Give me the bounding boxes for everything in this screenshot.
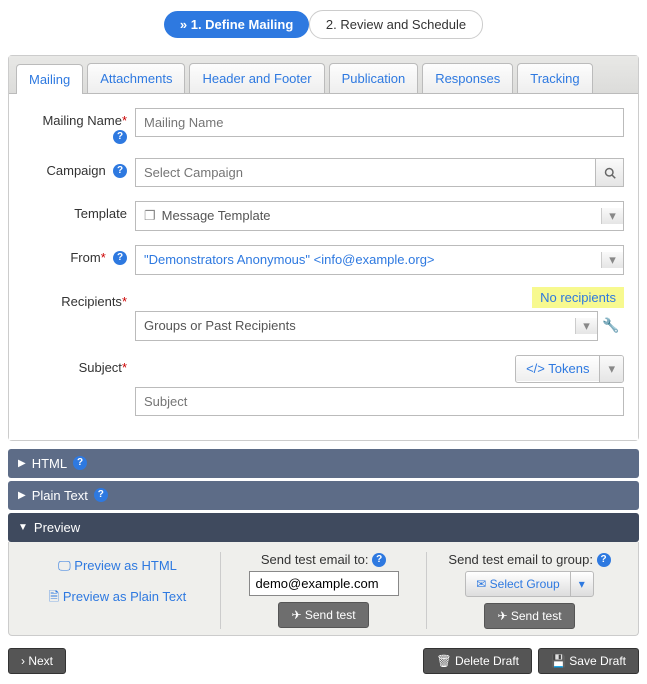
form-area: Mailing Name*? Campaign ? Template ❐ Mes… <box>9 94 638 440</box>
tab-responses[interactable]: Responses <box>422 63 513 93</box>
code-icon: </> <box>526 361 545 376</box>
chevron-down-icon: ▾ <box>599 356 623 382</box>
preview-body: 🖵 Preview as HTML 🗎 Preview as Plain Tex… <box>8 542 639 637</box>
wizard-step-define[interactable]: » 1. Define Mailing <box>164 11 309 38</box>
help-icon[interactable]: ? <box>372 553 386 567</box>
subject-label: Subject* <box>23 355 135 375</box>
tokens-button[interactable]: </> Tokens ▾ <box>515 355 624 383</box>
no-recipients-warning: No recipients <box>532 287 624 308</box>
copy-icon: ❐ <box>144 208 156 224</box>
tab-tracking[interactable]: Tracking <box>517 63 592 93</box>
triangle-right-icon: ▶ <box>18 458 26 469</box>
tab-bar: Mailing Attachments Header and Footer Pu… <box>9 56 638 94</box>
campaign-input[interactable] <box>135 158 596 187</box>
paper-plane-icon: ✈ <box>497 609 507 623</box>
recipients-select[interactable]: Groups or Past Recipients ▾ <box>135 311 598 341</box>
template-select[interactable]: ❐ Message Template ▾ <box>135 201 624 231</box>
campaign-search-button[interactable] <box>596 158 624 187</box>
chevron-right-icon: › <box>21 654 25 668</box>
chevron-down-icon: ▾ <box>570 572 593 596</box>
accordion-html[interactable]: ▶HTML ? <box>8 449 639 478</box>
from-select[interactable]: "Demonstrators Anonymous" <info@example.… <box>135 245 624 275</box>
accordion-plain-text[interactable]: ▶Plain Text ? <box>8 481 639 510</box>
tab-header-footer[interactable]: Header and Footer <box>189 63 324 93</box>
delete-draft-button[interactable]: 🗑 Delete Draft <box>423 648 532 674</box>
send-test-group-label: Send test email to group: ? <box>437 552 622 568</box>
wizard-step-review[interactable]: 2. Review and Schedule <box>309 10 483 39</box>
envelope-icon: ✉ <box>476 577 486 591</box>
tab-attachments[interactable]: Attachments <box>87 63 185 93</box>
chevron-down-icon: ▾ <box>575 318 597 334</box>
help-icon[interactable]: ? <box>73 456 87 470</box>
send-test-group-button[interactable]: ✈ Send test <box>484 603 574 629</box>
help-icon[interactable]: ? <box>113 164 127 178</box>
subject-input[interactable] <box>135 387 624 416</box>
footer-actions: › Next 🗑 Delete Draft 💾 Save Draft <box>0 642 647 684</box>
help-icon[interactable]: ? <box>113 251 127 265</box>
file-icon: 🗎 <box>49 589 59 604</box>
trash-icon: 🗑 <box>436 654 451 668</box>
select-group-button[interactable]: ✉ Select Group▾ <box>465 571 593 597</box>
tab-mailing[interactable]: Mailing <box>16 64 83 94</box>
save-draft-button[interactable]: 💾 Save Draft <box>538 648 639 674</box>
save-icon: 💾 <box>551 654 566 668</box>
wizard-steps: » 1. Define Mailing 2. Review and Schedu… <box>0 0 647 47</box>
send-test-button[interactable]: ✈ Send test <box>278 602 368 628</box>
main-panel: Mailing Attachments Header and Footer Pu… <box>8 55 639 441</box>
wrench-icon[interactable]: 🔧 <box>598 317 624 334</box>
send-test-email-input[interactable] <box>249 571 399 596</box>
send-test-to-label: Send test email to: ? <box>231 552 416 568</box>
help-icon[interactable]: ? <box>94 488 108 502</box>
triangle-down-icon: ▼ <box>18 522 28 533</box>
help-icon[interactable]: ? <box>113 130 127 144</box>
paper-plane-icon: ✈ <box>291 608 301 622</box>
chevron-down-icon: ▾ <box>601 252 623 268</box>
template-label: Template <box>23 201 135 221</box>
mailing-name-label: Mailing Name*? <box>23 108 135 144</box>
from-label: From* ? <box>23 245 135 266</box>
mailing-name-input[interactable] <box>135 108 624 137</box>
next-button[interactable]: › Next <box>8 648 66 674</box>
tab-publication[interactable]: Publication <box>329 63 419 93</box>
triangle-right-icon: ▶ <box>18 490 26 501</box>
help-icon[interactable]: ? <box>597 553 611 567</box>
preview-plain-link[interactable]: 🗎 Preview as Plain Text <box>25 588 210 610</box>
accordion-preview[interactable]: ▼Preview <box>8 513 639 542</box>
search-icon <box>604 165 616 180</box>
campaign-label: Campaign ? <box>23 158 135 179</box>
chevron-down-icon: ▾ <box>601 208 623 224</box>
recipients-label: Recipients* <box>23 289 135 309</box>
